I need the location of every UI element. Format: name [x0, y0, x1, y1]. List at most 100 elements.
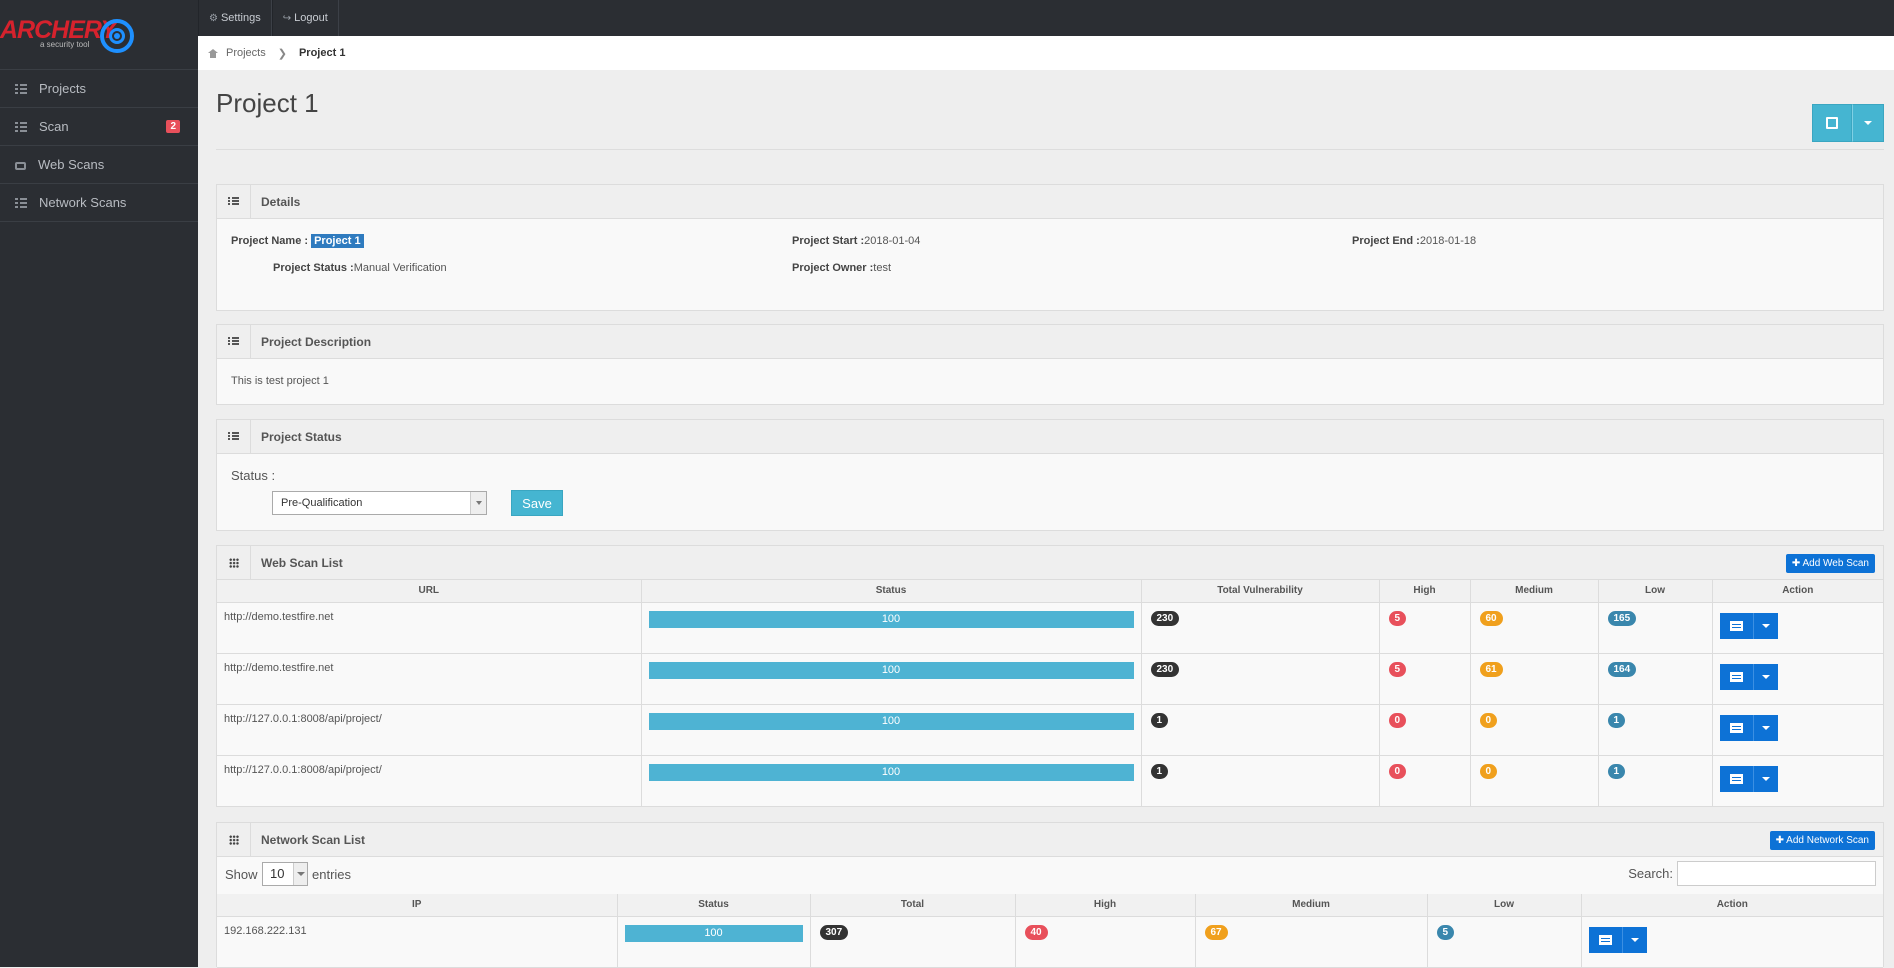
caret-down-icon	[1630, 937, 1639, 942]
scan-url[interactable]: http://127.0.0.1:8008/api/project/	[217, 704, 642, 756]
low-badge: 165	[1607, 610, 1637, 626]
edit-project-button[interactable]	[1812, 104, 1852, 142]
total-vuln-badge: 1	[1150, 712, 1169, 728]
action-button-group[interactable]	[1588, 926, 1647, 953]
details-heading: Details	[261, 194, 301, 209]
column-header[interactable]: URL	[217, 580, 642, 603]
action-button-group[interactable]	[1719, 612, 1778, 639]
project-status-value: Manual Verification	[353, 262, 447, 274]
report-icon	[1729, 671, 1743, 682]
action-dropdown-toggle[interactable]	[1753, 663, 1778, 690]
status-progress-bar: 100	[648, 610, 1134, 628]
project-start-label: Project Start :	[792, 235, 865, 247]
sidebar-item-label: Network Scans	[39, 195, 127, 210]
action-dropdown-toggle[interactable]	[1753, 765, 1778, 792]
project-owner-row: Project Owner :test	[792, 262, 891, 274]
breadcrumb-projects[interactable]: Projects	[226, 47, 266, 59]
scan-url[interactable]: http://127.0.0.1:8008/api/project/	[217, 755, 642, 807]
search-input[interactable]	[1677, 861, 1876, 886]
panel-heading: Details	[217, 184, 1883, 219]
action-dropdown-toggle[interactable]	[1753, 612, 1778, 639]
medium-badge: 0	[1479, 712, 1498, 728]
sidebar-item-scan[interactable]: Scan 2	[0, 108, 198, 146]
network-scan-heading: Network Scan List	[261, 832, 366, 847]
project-end-label: Project End :	[1352, 235, 1420, 247]
add-web-scan-button[interactable]: ✚ Add Web Scan	[1785, 554, 1875, 573]
project-owner-label: Project Owner :	[792, 262, 874, 274]
column-header[interactable]: Status	[641, 580, 1142, 603]
grid-icon	[15, 197, 27, 208]
scan-url[interactable]: http://demo.testfire.net	[217, 653, 642, 705]
add-web-scan-label: Add Web Scan	[1802, 558, 1869, 569]
project-end-row: Project End :2018-01-18	[1352, 235, 1476, 247]
breadcrumb-current: Project 1	[298, 47, 346, 59]
scan-ip[interactable]: 192.168.222.131	[217, 916, 618, 968]
project-start-row: Project Start :2018-01-04	[792, 235, 920, 247]
chevron-down-icon	[293, 863, 307, 885]
logout-arrow-icon: ↪	[282, 12, 292, 24]
view-report-button[interactable]	[1719, 663, 1754, 690]
status-select[interactable]: Pre-Qualification	[272, 491, 487, 515]
scan-url[interactable]: http://demo.testfire.net	[217, 602, 642, 654]
column-header[interactable]: IP	[217, 894, 618, 917]
save-button[interactable]: Save	[511, 490, 563, 516]
action-button-group[interactable]	[1719, 663, 1778, 690]
search-label: Search:	[1628, 866, 1673, 881]
status-progress-bar: 100	[648, 712, 1134, 730]
low-badge: 1	[1607, 712, 1626, 728]
column-header[interactable]: Medium	[1195, 894, 1428, 917]
sidebar-item-label: Scan	[39, 119, 69, 134]
column-header[interactable]: High	[1379, 580, 1471, 603]
add-network-scan-button[interactable]: ✚ Add Network Scan	[1769, 831, 1875, 850]
entries-select[interactable]: 10	[262, 862, 308, 886]
project-end-value: 2018-01-18	[1419, 235, 1477, 247]
column-header[interactable]: Low	[1427, 894, 1582, 917]
web-scan-table: URL Status Total Vulnerability High Medi…	[217, 580, 1883, 807]
view-report-button[interactable]	[1719, 612, 1754, 639]
column-header[interactable]: Total Vulnerability	[1141, 580, 1380, 603]
edit-button-group	[1812, 104, 1884, 142]
view-report-button[interactable]	[1719, 765, 1754, 792]
status-select-value: Pre-Qualification	[281, 497, 363, 509]
sidebar-item-network-scans[interactable]: Network Scans	[0, 184, 198, 222]
status-heading: Project Status	[261, 429, 342, 444]
column-header[interactable]: High	[1015, 894, 1196, 917]
table-row: 192.168.222.131 100 307 40 67 5	[217, 916, 1883, 968]
view-report-button[interactable]	[1588, 926, 1623, 953]
sidebar-item-label: Web Scans	[38, 157, 105, 172]
action-button-group[interactable]	[1719, 714, 1778, 741]
action-dropdown-toggle[interactable]	[1753, 714, 1778, 741]
settings-button[interactable]: ⚙ Settings	[198, 0, 272, 36]
sidebar-item-web-scans[interactable]: Web Scans	[0, 146, 198, 184]
logo[interactable]: ARCHERY a security tool	[0, 0, 198, 70]
settings-label: Settings	[220, 12, 261, 24]
caret-down-icon	[1761, 674, 1770, 679]
home-icon	[208, 48, 218, 58]
table-header-row: URL Status Total Vulnerability High Medi…	[217, 580, 1883, 603]
sidebar-item-projects[interactable]: Projects	[0, 70, 198, 108]
project-status-row: Project Status :Manual Verification	[273, 262, 447, 274]
column-header[interactable]: Status	[617, 894, 811, 917]
logout-label: Logout	[294, 12, 328, 24]
inbox-icon	[15, 161, 26, 170]
column-header[interactable]: Total	[810, 894, 1016, 917]
edit-dropdown-toggle[interactable]	[1852, 104, 1884, 142]
action-button-group[interactable]	[1719, 765, 1778, 792]
high-badge: 0	[1388, 712, 1407, 728]
page-title: Project 1	[216, 88, 319, 118]
column-header[interactable]: Medium	[1470, 580, 1599, 603]
action-dropdown-toggle[interactable]	[1622, 926, 1647, 953]
grid-icon	[228, 834, 239, 845]
logout-button[interactable]: ↪ Logout	[271, 0, 339, 36]
report-icon	[1598, 934, 1612, 945]
description-text: This is test project 1	[231, 375, 329, 387]
network-scan-table: IP Status Total High Medium Low Action 1…	[217, 894, 1883, 968]
caret-down-icon	[1761, 725, 1770, 730]
column-header[interactable]: Low	[1598, 580, 1713, 603]
caret-down-icon	[1761, 623, 1770, 628]
divider	[216, 149, 1884, 150]
show-label: Show	[225, 867, 258, 882]
description-panel: Project Description This is test project…	[216, 324, 1884, 405]
view-report-button[interactable]	[1719, 714, 1754, 741]
report-icon	[1729, 773, 1743, 784]
